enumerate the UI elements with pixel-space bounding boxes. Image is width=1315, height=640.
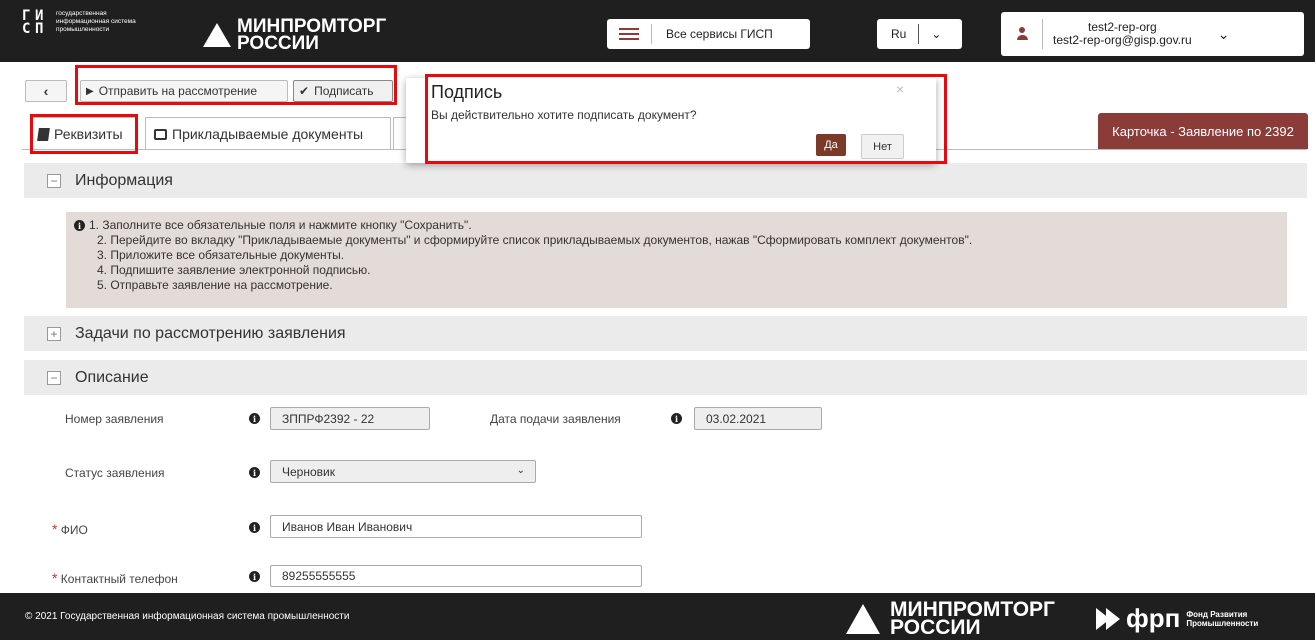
fio-label: * ФИО <box>52 521 88 537</box>
gisp-logo-text: государственная информационная система п… <box>56 10 136 33</box>
section-description-title: Описание <box>75 368 149 386</box>
info-line-2: 2. Перейдите во вкладку "Прикладываемые … <box>97 233 973 247</box>
minpromtorg-logo[interactable]: МИНПРОМТОРГ РОССИИ <box>203 17 386 54</box>
expand-icon: + <box>47 326 61 341</box>
frp-logo[interactable]: фрп Фонд Развития Промышленности <box>1096 603 1258 634</box>
frp-text-2: Промышленности <box>1186 618 1259 628</box>
minpromtorg-triangle-icon <box>203 23 231 47</box>
footer-minpromtorg-logo[interactable]: МИНПРОМТОРГ РОССИИ <box>846 599 1055 639</box>
footer: © 2021 Государственная информационная си… <box>0 593 1315 640</box>
frp-arrow-icon <box>1096 607 1120 630</box>
language-select[interactable]: Ru ⌄ <box>877 19 962 49</box>
number-label: Номер заявления <box>65 412 164 426</box>
highlight-modal <box>425 74 947 164</box>
required-mark: * <box>52 570 58 586</box>
tab-attached-documents[interactable]: Прикладываемые документы <box>145 117 391 150</box>
gisp-logo[interactable]: ГИ СП государственная информационная сис… <box>22 8 136 37</box>
phone-label-text: Контактный телефон <box>60 572 178 586</box>
phone-label: * Контактный телефон <box>52 570 178 586</box>
fio-input[interactable]: Иванов Иван Иванович <box>270 515 642 538</box>
required-mark: * <box>52 521 58 537</box>
info-line-3: 3. Приложите все обязательные документы. <box>97 248 345 262</box>
info-icon: i <box>74 220 85 231</box>
info-line-4: 4. Подпишите заявление электронной подпи… <box>97 263 371 277</box>
highlight-requisites-tab <box>30 114 138 154</box>
card-tab[interactable]: Карточка - Заявление по 2392 <box>1098 113 1308 149</box>
status-label: Статус заявления <box>65 466 165 480</box>
user-email: test2-rep-org@gisp.gov.ru <box>1053 33 1192 47</box>
status-value: Черновик <box>282 464 335 479</box>
copyright: © 2021 Государственная информационная си… <box>25 611 350 622</box>
collapse-icon: − <box>47 173 61 188</box>
language-value: Ru <box>891 27 907 41</box>
info-line-1: 1. Заполните все обязательные поля и наж… <box>89 218 472 232</box>
minpromtorg-line2: РОССИИ <box>237 33 319 54</box>
hamburger-icon <box>619 25 639 43</box>
info-icon[interactable]: i <box>249 413 260 424</box>
chevron-down-icon: ⌄ <box>1217 25 1230 42</box>
highlight-toolbar <box>75 65 397 105</box>
info-icon[interactable]: i <box>671 413 682 424</box>
user-icon <box>1017 27 1028 41</box>
info-line-5: 5. Отправьте заявление на рассмотрение. <box>97 278 333 292</box>
back-button[interactable]: ‹ <box>25 80 67 102</box>
fio-label-text: ФИО <box>60 523 88 537</box>
info-icon[interactable]: i <box>249 571 260 582</box>
status-select[interactable]: Черновик ⌄ <box>270 460 536 483</box>
minpromtorg-triangle-icon <box>846 604 880 634</box>
tab-attached-documents-label: Прикладываемые документы <box>172 126 364 142</box>
phone-input[interactable]: 89255555555 <box>270 565 642 587</box>
info-box: i 1. Заполните все обязательные поля и н… <box>66 212 1287 308</box>
chevron-left-icon: ‹ <box>43 83 49 99</box>
user-menu[interactable]: test2-rep-org test2-rep-org@gisp.gov.ru … <box>1001 12 1304 56</box>
all-services-button[interactable]: Все сервисы ГИСП <box>607 19 810 49</box>
gisp-mark-icon: ГИ СП <box>22 8 44 37</box>
section-tasks[interactable]: + Задачи по рассмотрению заявления <box>24 316 1307 351</box>
frp-text-1: Фонд Развития <box>1186 609 1248 619</box>
top-header: ГИ СП государственная информационная сис… <box>0 0 1315 62</box>
chevron-down-icon: ⌄ <box>931 27 942 41</box>
collapse-icon: − <box>47 370 61 385</box>
folder-icon <box>154 128 167 140</box>
frp-logo-text: фрп <box>1126 603 1181 633</box>
tab-more[interactable] <box>393 117 407 150</box>
section-description[interactable]: − Описание <box>24 360 1307 395</box>
info-icon[interactable]: i <box>249 522 260 533</box>
date-field[interactable]: 03.02.2021 <box>694 407 822 430</box>
date-label: Дата подачи заявления <box>490 412 621 426</box>
number-field[interactable]: ЗППРФ2392 - 22 <box>270 407 430 430</box>
info-icon[interactable]: i <box>249 467 260 478</box>
section-info-title: Информация <box>75 171 173 189</box>
all-services-label: Все сервисы ГИСП <box>666 27 773 41</box>
section-tasks-title: Задачи по рассмотрению заявления <box>75 324 346 342</box>
section-info[interactable]: − Информация <box>24 163 1307 198</box>
footer-minpromtorg-line2: РОССИИ <box>890 616 981 639</box>
chevron-down-icon: ⌄ <box>516 465 525 476</box>
